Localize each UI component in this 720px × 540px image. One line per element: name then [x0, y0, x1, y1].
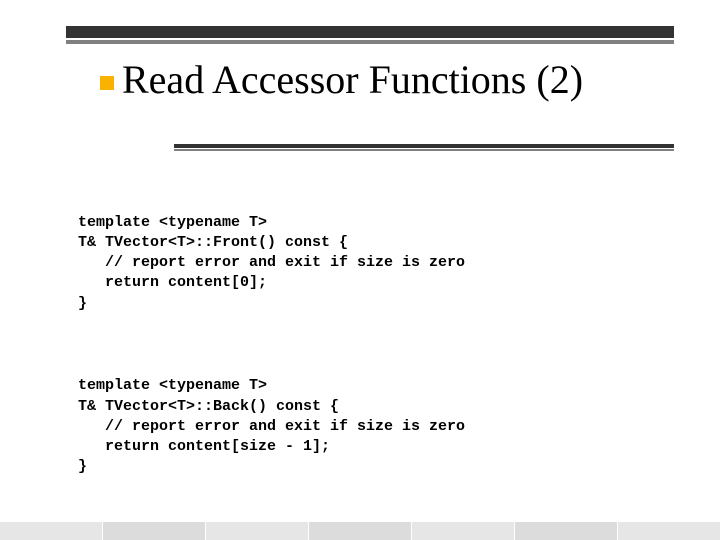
top-rule-thin — [66, 40, 674, 44]
code-area: template <typename T> T& TVector<T>::Fro… — [78, 172, 674, 540]
top-rule-thick — [66, 26, 674, 38]
footer-thumb — [103, 522, 205, 540]
footer-thumbnail-strip — [0, 522, 720, 540]
footer-thumb — [309, 522, 411, 540]
footer-thumb — [618, 522, 720, 540]
footer-thumb — [206, 522, 308, 540]
title-bullet-icon — [100, 76, 114, 90]
code-block-back: template <typename T> T& TVector<T>::Bac… — [78, 376, 674, 477]
slide: Read Accessor Functions (2) template <ty… — [0, 0, 720, 540]
title-underline-thick — [174, 144, 674, 148]
footer-thumb — [412, 522, 514, 540]
footer-thumb — [0, 522, 102, 540]
title-row: Read Accessor Functions (2) — [100, 58, 680, 102]
slide-title: Read Accessor Functions (2) — [122, 58, 583, 102]
code-block-front: template <typename T> T& TVector<T>::Fro… — [78, 213, 674, 314]
footer-thumb — [515, 522, 617, 540]
title-underline-thin — [174, 149, 674, 151]
